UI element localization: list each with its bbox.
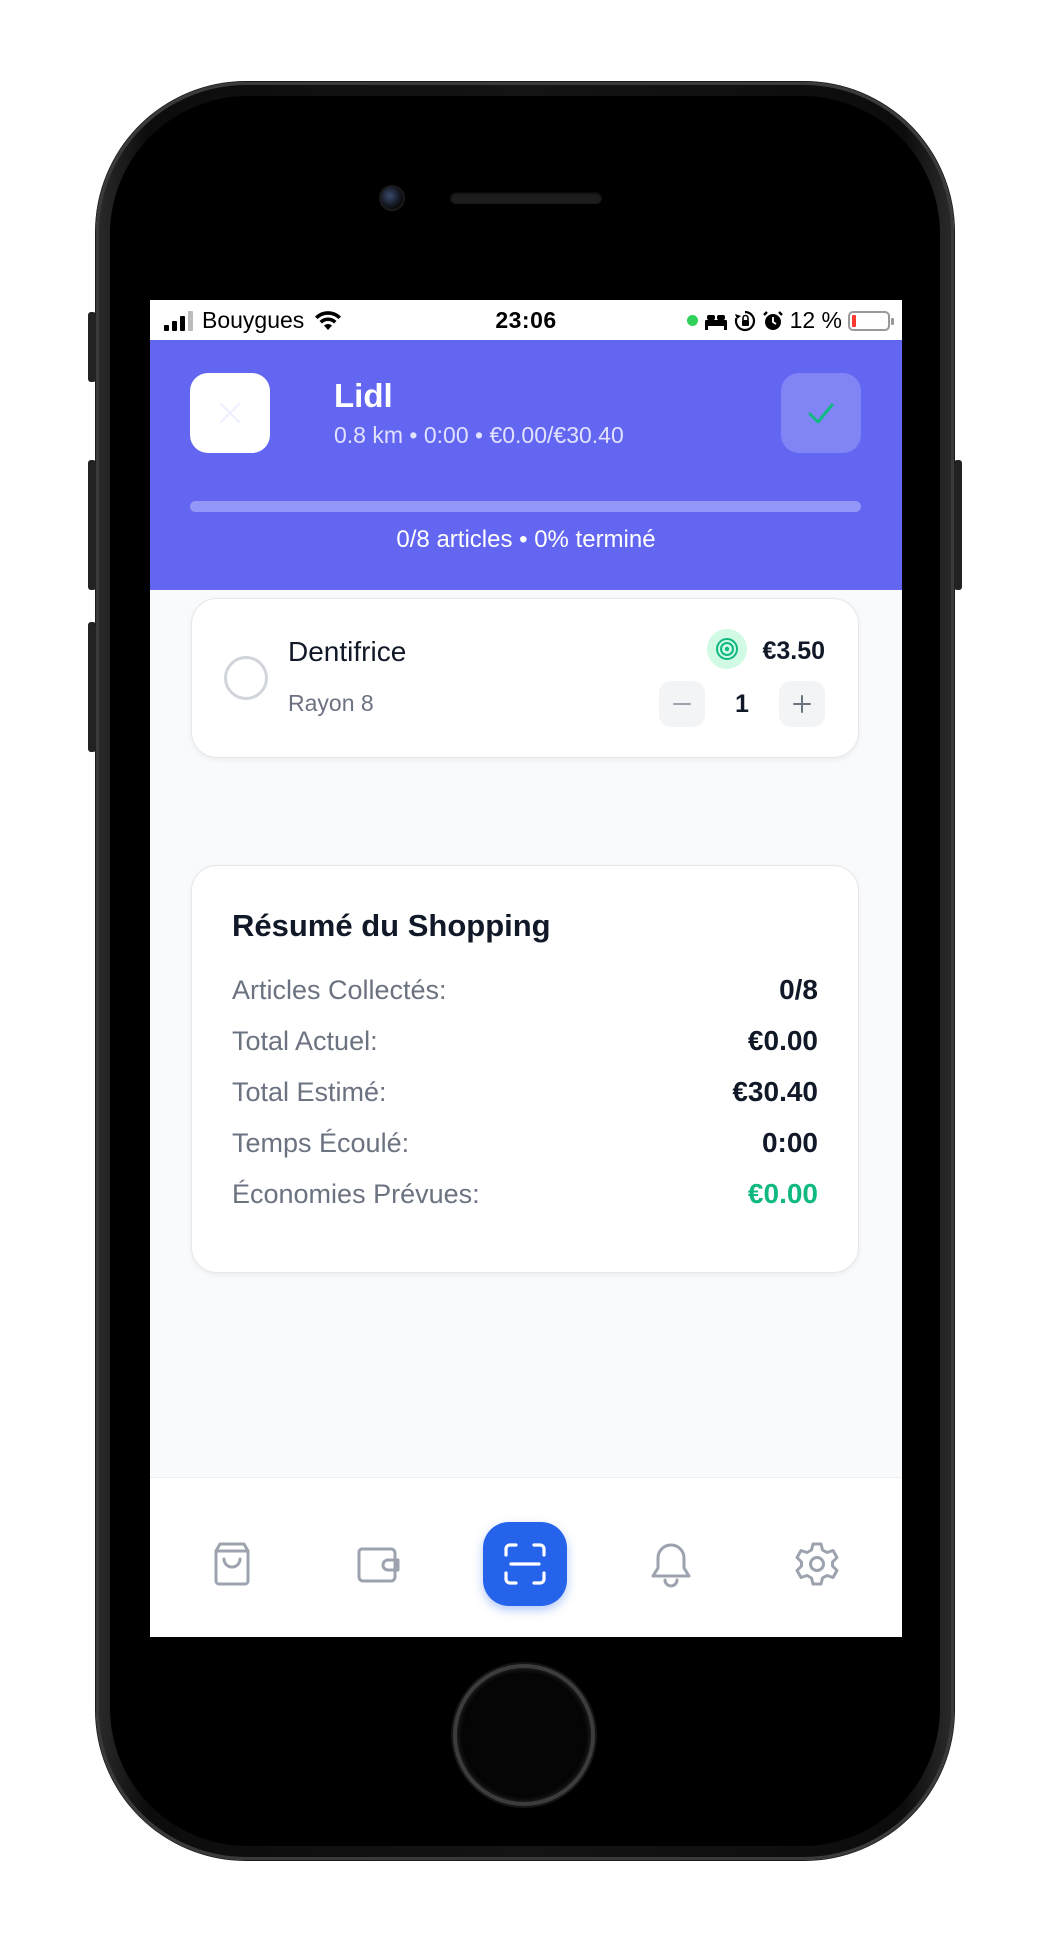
power-button bbox=[954, 460, 962, 590]
settings-icon bbox=[795, 1542, 839, 1586]
status-bar: Bouygues 23:06 12 % bbox=[150, 300, 902, 340]
summary-label: Articles Collectés: bbox=[232, 974, 447, 1005]
nav-settings[interactable] bbox=[775, 1522, 859, 1606]
close-button[interactable] bbox=[190, 373, 270, 453]
earpiece-speaker bbox=[450, 192, 602, 204]
item-price: €3.50 bbox=[762, 637, 825, 665]
check-icon bbox=[808, 403, 834, 424]
nav-scan[interactable] bbox=[483, 1522, 567, 1606]
minus-icon bbox=[673, 703, 691, 705]
bell-icon bbox=[651, 1543, 691, 1588]
home-button[interactable] bbox=[457, 1668, 591, 1802]
summary-value: €0.00 bbox=[747, 1025, 818, 1056]
sleep-bed-icon bbox=[704, 314, 727, 330]
summary-value: 0/8 bbox=[779, 974, 818, 1005]
summary-row-expected-savings: Économies Prévues: €0.00 bbox=[232, 1174, 818, 1214]
summary-label: Total Actuel: bbox=[232, 1025, 378, 1056]
app-screen: Bouygues 23:06 12 % Lidl 0.8 km • 0:00 •… bbox=[150, 300, 902, 1637]
battery-icon bbox=[848, 310, 894, 331]
increase-quantity-button[interactable] bbox=[779, 681, 825, 727]
summary-row-estimated-total: Total Estimé: €30.40 bbox=[232, 1072, 818, 1112]
scan-icon bbox=[504, 1543, 546, 1585]
front-camera bbox=[379, 185, 405, 211]
battery-level-fill bbox=[852, 314, 857, 327]
shopping-summary-card: Résumé du Shopping Articles Collectés: 0… bbox=[191, 865, 859, 1273]
summary-label: Temps Écoulé: bbox=[232, 1127, 410, 1158]
wallet-icon bbox=[357, 1547, 400, 1583]
item-check-toggle[interactable] bbox=[224, 656, 268, 700]
summary-label: Économies Prévues: bbox=[232, 1178, 480, 1209]
volume-down-button bbox=[88, 622, 96, 752]
camera-in-use-dot bbox=[686, 315, 698, 326]
item-aisle: Rayon 8 bbox=[288, 690, 374, 716]
summary-value: €30.40 bbox=[732, 1076, 818, 1107]
alarm-icon bbox=[762, 310, 783, 330]
progress-text: 0/8 articles • 0% terminé bbox=[396, 526, 656, 553]
target-icon[interactable] bbox=[707, 629, 747, 669]
shopping-bag-icon bbox=[214, 1542, 250, 1586]
item-quantity: 1 bbox=[735, 690, 749, 718]
battery-percent: 12 % bbox=[789, 307, 842, 333]
store-name: Lidl bbox=[334, 377, 393, 414]
mute-switch bbox=[88, 312, 96, 382]
summary-value: €0.00 bbox=[747, 1178, 818, 1209]
summary-row-collected: Articles Collectés: 0/8 bbox=[232, 970, 818, 1010]
rotation-lock-icon bbox=[734, 310, 755, 331]
summary-title: Résumé du Shopping bbox=[232, 908, 551, 943]
nav-wallet[interactable] bbox=[336, 1522, 420, 1606]
item-name: Dentifrice bbox=[288, 636, 407, 667]
summary-label: Total Estimé: bbox=[232, 1076, 387, 1107]
summary-row-elapsed-time: Temps Écoulé: 0:00 bbox=[232, 1123, 818, 1163]
decrease-quantity-button[interactable] bbox=[659, 681, 705, 727]
summary-value: 0:00 bbox=[761, 1127, 818, 1158]
volume-up-button bbox=[88, 460, 96, 590]
bottom-navigation bbox=[150, 1477, 902, 1637]
nav-shopping[interactable] bbox=[190, 1522, 274, 1606]
summary-row-current-total: Total Actuel: €0.00 bbox=[232, 1021, 818, 1061]
plus-icon bbox=[793, 695, 811, 713]
progress-bar bbox=[190, 501, 861, 512]
finish-shopping-button[interactable] bbox=[781, 373, 861, 453]
list-item[interactable]: Dentifrice Rayon 8 €3.50 1 bbox=[191, 598, 859, 758]
store-trip-info: 0.8 km • 0:00 • €0.00/€30.40 bbox=[334, 422, 624, 448]
nav-notifications[interactable] bbox=[629, 1522, 713, 1606]
shopping-header: Lidl 0.8 km • 0:00 • €0.00/€30.40 0/8 ar… bbox=[150, 340, 902, 590]
close-icon bbox=[219, 402, 241, 424]
